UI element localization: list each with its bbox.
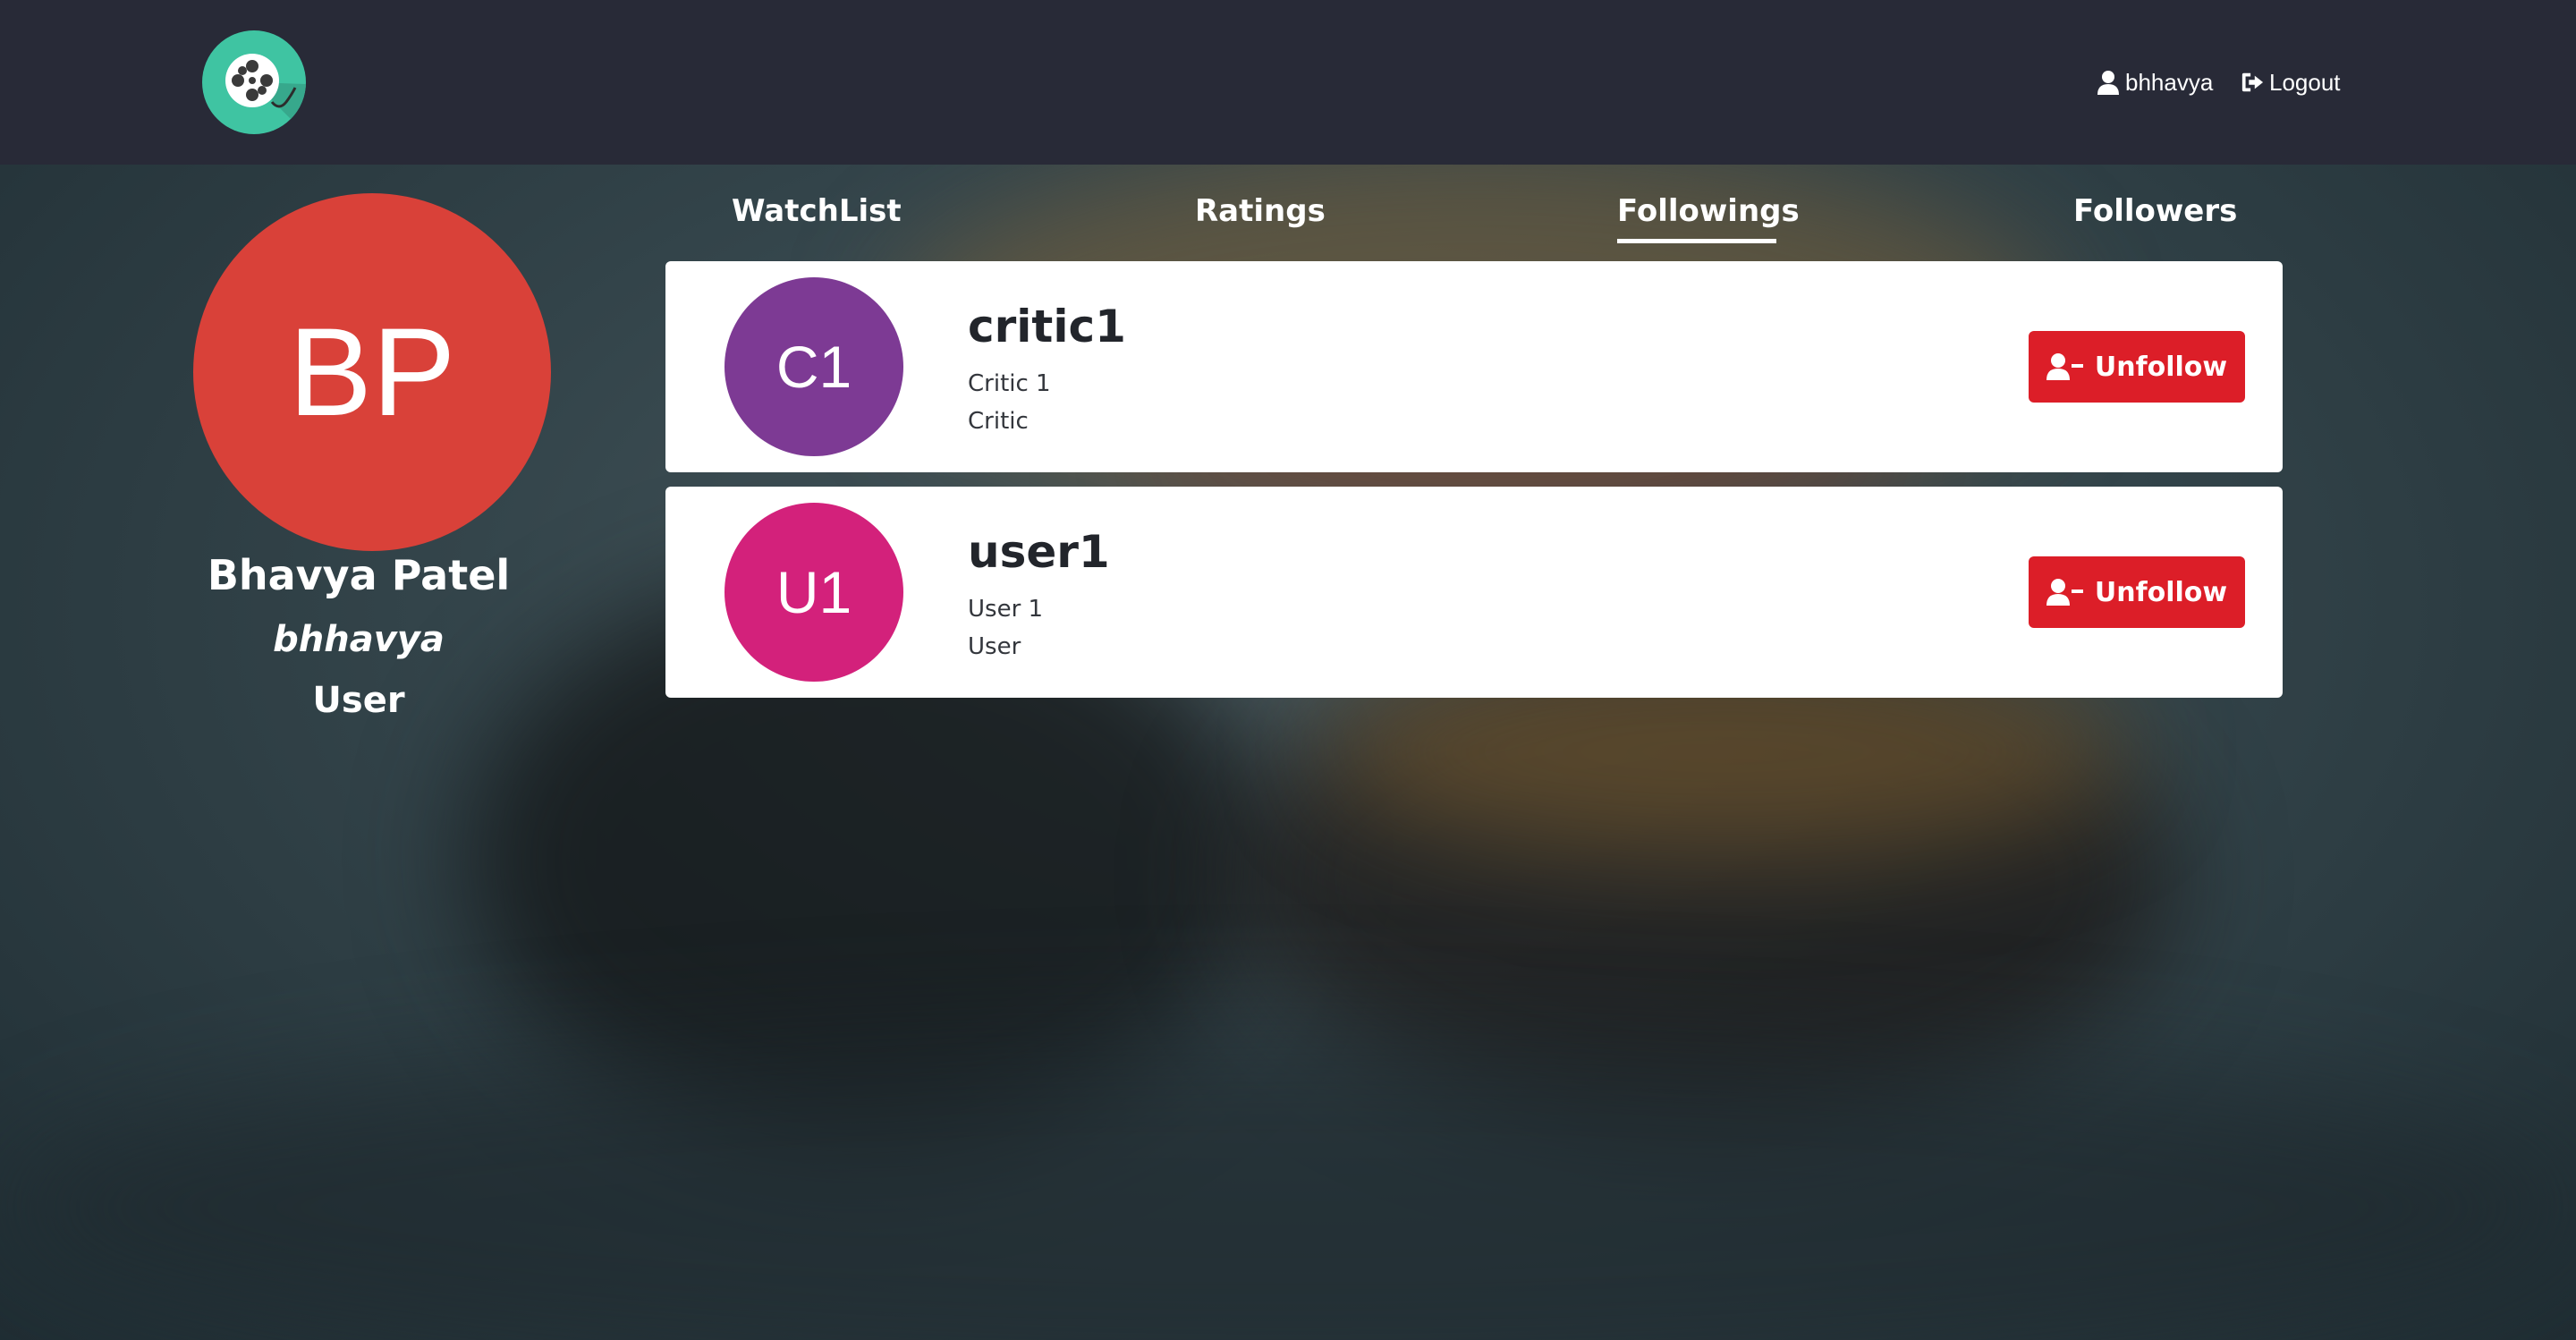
tab-ratings[interactable]: Ratings xyxy=(1195,193,1326,243)
film-reel-icon[interactable] xyxy=(202,30,306,134)
user-minus-icon xyxy=(2046,579,2083,606)
avatar-initials: U1 xyxy=(775,559,852,625)
profile-initials: BP xyxy=(288,301,456,442)
navbar: bhhavya Logout xyxy=(0,0,2576,165)
profile-avatar: BP xyxy=(193,193,551,551)
following-username[interactable]: user1 xyxy=(968,526,1110,578)
unfollow-label: Unfollow xyxy=(2094,576,2228,608)
following-full-name: User 1 xyxy=(968,596,1044,623)
unfollow-button[interactable]: Unfollow xyxy=(2029,331,2245,403)
logout-link[interactable]: Logout xyxy=(2241,66,2341,98)
user-minus-icon xyxy=(2046,353,2083,380)
following-username[interactable]: critic1 xyxy=(968,301,1126,352)
unfollow-label: Unfollow xyxy=(2094,351,2228,383)
avatar: C1 xyxy=(724,277,903,456)
following-role: Critic xyxy=(968,408,1029,435)
nav-username-label: bhhavya xyxy=(2125,68,2214,96)
tab-followers[interactable]: Followers xyxy=(2073,193,2237,243)
following-card: U1 user1 User 1 User Unfollow xyxy=(665,487,2283,698)
following-card: C1 critic1 Critic 1 Critic Unfollow xyxy=(665,261,2283,472)
following-full-name: Critic 1 xyxy=(968,370,1051,397)
profile-handle: bhhavya xyxy=(273,619,445,660)
sign-out-icon xyxy=(2241,72,2264,92)
tab-watchlist[interactable]: WatchList xyxy=(732,193,902,243)
logout-label: Logout xyxy=(2269,68,2341,96)
profile-role: User xyxy=(312,680,405,721)
tab-followings[interactable]: Followings xyxy=(1617,193,1800,243)
user-icon xyxy=(2097,71,2119,95)
profile-name: Bhavya Patel xyxy=(207,551,511,599)
unfollow-button[interactable]: Unfollow xyxy=(2029,556,2245,628)
avatar: U1 xyxy=(724,503,903,682)
following-role: User xyxy=(968,633,1021,660)
nav-username-link[interactable]: bhhavya xyxy=(2097,66,2213,98)
avatar-initials: C1 xyxy=(775,334,852,400)
